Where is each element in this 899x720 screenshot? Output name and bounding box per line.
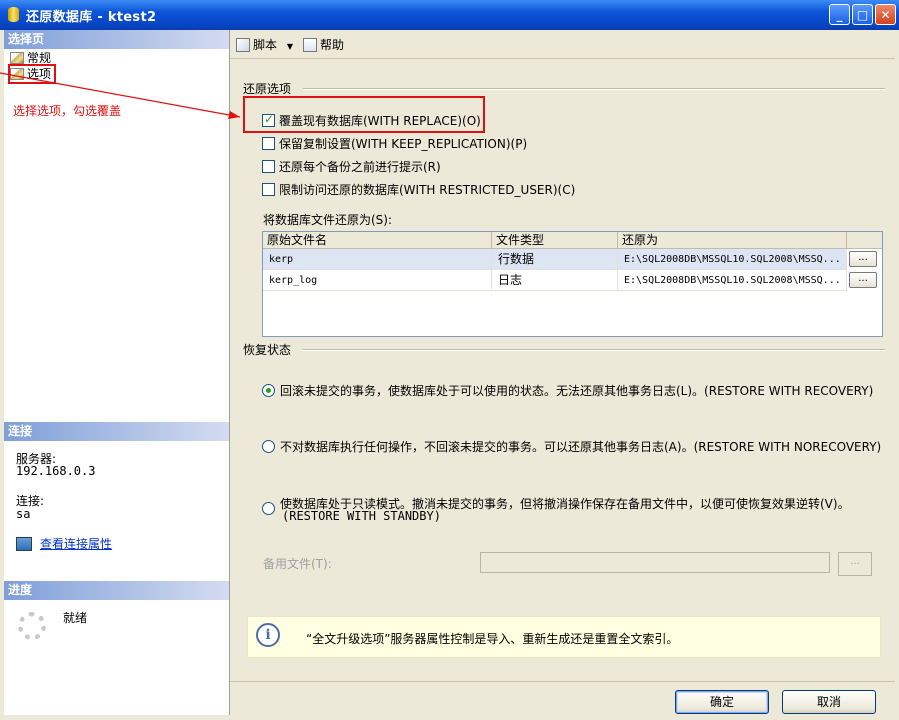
info-text: “全文升级选项”服务器属性控制是导入、重新生成还是重置全文索引。 [306,632,679,646]
standby-file-input[interactable] [480,552,830,573]
page-icon [10,52,24,64]
file-name-cell[interactable]: kerp_log [263,270,492,291]
toolbar: 脚本 ▼ 帮助 [230,30,895,59]
option-keep-replication-label: 保留复制设置(WITH KEEP_REPLICATION)(P) [279,137,528,151]
column-header-file-type[interactable]: 文件类型 [492,232,618,249]
info-icon: i [256,623,280,647]
option-restricted-user-checkbox[interactable] [262,183,275,196]
left-pane: 选择页 常规 选项 选择选项，勾选覆盖 连接 服务器: 192.168.0.3 … [4,30,230,715]
recovery-option-norecovery-radio[interactable] [262,440,275,453]
recovery-option-standby-label-2: (RESTORE WITH STANDBY) [282,509,441,523]
annotation-highlight-options [8,64,56,84]
dialog-footer: 确定 取消 [230,681,895,720]
option-restricted-user-label: 限制访问还原的数据库(WITH RESTRICTED_USER)(C) [279,183,576,197]
progress-status: 就绪 [63,611,88,625]
progress-spinner-icon [18,612,46,640]
script-button[interactable]: 脚本 ▼ [236,36,293,53]
close-button[interactable]: ✕ [875,4,896,25]
recovery-option-recovery-radio[interactable] [262,384,275,397]
file-name-cell[interactable]: kerp [263,249,492,270]
minimize-icon: _ [836,8,843,22]
view-connection-properties-link[interactable]: 查看连接属性 [40,537,112,551]
ok-button[interactable]: 确定 [675,690,769,714]
help-label: 帮助 [320,38,345,52]
option-prompt-before-restore-checkbox[interactable] [262,160,275,173]
connection-value: sa [16,507,31,521]
database-icon [8,7,19,22]
column-header-original-file-name[interactable]: 原始文件名 [263,232,492,249]
dropdown-arrow-icon: ▼ [286,42,293,51]
script-label: 脚本 [253,38,278,52]
help-icon [303,38,317,52]
connection-header: 连接 [4,422,229,441]
group-divider [303,88,885,90]
standby-file-label: 备用文件(T): [263,557,332,571]
help-button[interactable]: 帮助 [303,36,344,53]
recovery-option-standby-radio[interactable] [262,502,275,515]
close-icon: ✕ [880,8,891,22]
view-connection-properties[interactable]: 查看连接属性 [16,535,112,552]
script-icon [236,38,250,52]
minimize-button[interactable]: _ [829,4,850,25]
restore-options-group-label: 还原选项 [243,82,292,96]
page-item-label: 常规 [27,51,52,65]
recovery-option-recovery-label: 回滚未提交的事务，使数据库处于可以使用的状态。无法还原其他事务日志(L)。(RE… [280,384,874,398]
restore-files-grid: 原始文件名 文件类型 还原为 kerp 行数据 E:\SQL2008DB\MSS… [262,231,883,337]
maximize-icon: □ [856,8,869,22]
browse-button[interactable]: ... [849,272,877,288]
option-prompt-before-restore-label: 还原每个备份之前进行提示(R) [279,160,441,174]
info-panel: i “全文升级选项”服务器属性控制是导入、重新生成还是重置全文索引。 [247,616,881,658]
column-header-browse [847,232,882,249]
browse-button[interactable]: ... [849,251,877,267]
server-value: 192.168.0.3 [16,464,96,478]
maximize-button[interactable]: □ [852,4,873,25]
restore-as-cell[interactable]: E:\SQL2008DB\MSSQL10.SQL2008\MSSQ... [618,270,847,291]
window-title: 还原数据库 - ktest2 [26,10,157,25]
cancel-button[interactable]: 取消 [782,690,876,714]
recovery-option-norecovery-label: 不对数据库执行任何操作，不回滚未提交的事务。可以还原其他事务日志(A)。(RES… [280,440,882,454]
select-page-header: 选择页 [4,30,229,49]
restore-as-cell[interactable]: E:\SQL2008DB\MSSQL10.SQL2008\MSSQ... [618,249,847,270]
options-page: 还原选项 覆盖现有数据库(WITH REPLACE)(O) 保留复制设置(WIT… [0,59,895,681]
recovery-state-group-label: 恢复状态 [243,343,292,357]
file-type-cell[interactable]: 日志 [492,270,618,291]
standby-browse-button[interactable]: ... [838,552,872,576]
option-with-replace-label: 覆盖现有数据库(WITH REPLACE)(O) [279,114,481,128]
connection-properties-icon [16,537,32,551]
column-header-restore-as[interactable]: 还原为 [618,232,847,249]
option-with-replace-checkbox[interactable] [262,112,275,127]
restore-database-window: 还原数据库 - ktest2 _ □ ✕ 选择页 常规 选项 选择选项，勾选覆盖… [0,0,899,720]
option-keep-replication-checkbox[interactable] [262,137,275,150]
title-bar[interactable]: 还原数据库 - ktest2 _ □ ✕ [0,0,899,30]
group-divider [303,349,885,351]
restore-files-as-label: 将数据库文件还原为(S): [263,213,393,227]
progress-header: 进度 [4,581,229,600]
file-type-cell[interactable]: 行数据 [492,249,618,270]
